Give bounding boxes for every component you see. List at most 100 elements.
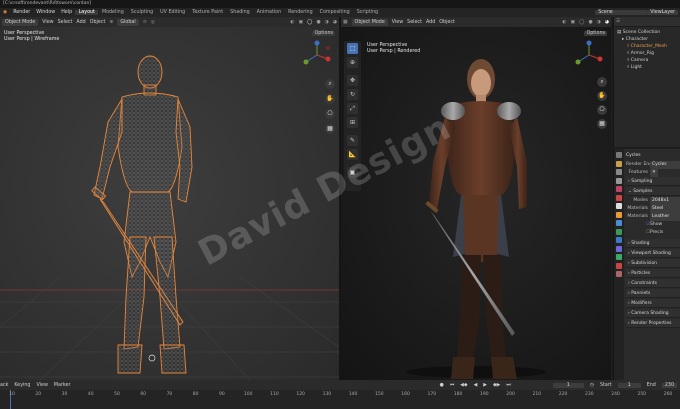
- property-field-value[interactable]: 2048x1: [650, 197, 680, 205]
- solid-shading-icon[interactable]: ●: [316, 20, 320, 25]
- properties-section[interactable]: › Particles: [626, 269, 680, 278]
- rotate-tool-icon[interactable]: ↻: [347, 89, 358, 100]
- play-icon[interactable]: ▶: [483, 383, 487, 388]
- properties-section[interactable]: › Viewport Shading: [626, 249, 680, 258]
- features-value[interactable]: ✕: [650, 169, 658, 177]
- left-ortho-icon[interactable]: ▦: [325, 124, 335, 134]
- outliner-filter-icon[interactable]: ☰: [616, 19, 620, 24]
- property-checkbox[interactable]: ☑ Show: [626, 221, 680, 229]
- scale-tool-icon[interactable]: ⤢: [347, 103, 358, 114]
- right-options-button[interactable]: Options: [584, 31, 607, 36]
- tab-shading[interactable]: Shading: [227, 10, 254, 15]
- tab-modeling[interactable]: Modeling: [98, 10, 127, 15]
- features-field[interactable]: Features ✕: [626, 169, 680, 177]
- right-ortho-icon[interactable]: ▦: [597, 119, 607, 129]
- left-options-button[interactable]: Options: [312, 31, 335, 36]
- scene-tab-icon[interactable]: [616, 186, 622, 192]
- physics-tab-icon[interactable]: [616, 237, 622, 243]
- right-material-shading-icon[interactable]: ◑: [597, 20, 601, 25]
- right-axis-gizmo[interactable]: [574, 40, 604, 70]
- outliner-item[interactable]: ▿ Character_Mesh: [614, 43, 680, 50]
- property-field[interactable]: Modes 2048x1: [626, 197, 680, 205]
- tab-compositing[interactable]: Compositing: [316, 10, 353, 15]
- properties-section[interactable]: › Subdivision: [626, 259, 680, 268]
- properties-section[interactable]: › Panniets: [626, 289, 680, 298]
- property-field[interactable]: Materials Steel: [626, 205, 680, 213]
- modifier-tab-icon[interactable]: [616, 220, 622, 226]
- left-menu-view[interactable]: View: [42, 20, 53, 25]
- record-icon[interactable]: ●: [440, 383, 444, 388]
- jump-end-icon[interactable]: ⏭: [506, 382, 510, 388]
- properties-section[interactable]: › Constraints: [626, 279, 680, 288]
- tab-animation[interactable]: Animation: [253, 10, 284, 15]
- clock-icon[interactable]: ◷: [590, 383, 594, 388]
- right-menu-select[interactable]: Select: [407, 20, 422, 25]
- play-reverse-icon[interactable]: ◀: [474, 383, 478, 388]
- menu-window[interactable]: Window: [33, 10, 58, 15]
- outliner-item[interactable]: ▿ Camera: [614, 57, 680, 64]
- outliner-item[interactable]: ▿ Armor_Rig: [614, 50, 680, 57]
- view-layer-tab-icon[interactable]: [616, 177, 622, 184]
- section-sampling[interactable]: › Sampling: [626, 177, 680, 186]
- cursor-tool-icon[interactable]: ⊕: [347, 57, 358, 68]
- overlay-icon[interactable]: ◐: [290, 20, 294, 25]
- properties-section[interactable]: › Camera Shading: [626, 309, 680, 318]
- tool-tab-icon[interactable]: [616, 152, 622, 158]
- wireframe-character[interactable]: [0, 27, 339, 380]
- right-menu-view[interactable]: View: [392, 20, 403, 25]
- end-field[interactable]: 230: [661, 382, 677, 388]
- rendered-character[interactable]: [341, 27, 611, 380]
- tab-rendering[interactable]: Rendering: [285, 10, 317, 15]
- collection-tab-icon[interactable]: [616, 203, 622, 209]
- outliner-item[interactable]: ▸ Character: [614, 36, 680, 43]
- render-engine-field[interactable]: Render Engine Cycles: [626, 161, 680, 169]
- timeline-menu-marker[interactable]: Marker: [54, 383, 71, 388]
- particles-tab-icon[interactable]: [616, 228, 622, 235]
- menu-render[interactable]: Render: [10, 10, 33, 15]
- measure-tool-icon[interactable]: 📐: [347, 149, 358, 160]
- data-tab-icon[interactable]: [616, 254, 622, 260]
- select-tool-icon[interactable]: ⬚: [347, 43, 358, 54]
- timeline-menu-view[interactable]: View: [36, 383, 47, 388]
- right-mode-select[interactable]: Object Mode: [351, 18, 388, 26]
- current-frame-field[interactable]: 1: [552, 382, 584, 388]
- menu-help[interactable]: Help: [58, 10, 75, 15]
- timeline-menu-playback[interactable]: ack: [0, 383, 8, 388]
- right-menu-add[interactable]: Add: [426, 20, 435, 25]
- wire-shading-icon[interactable]: ◯: [307, 20, 312, 25]
- right-wire-shading-icon[interactable]: ◯: [579, 20, 584, 25]
- object-tab-icon[interactable]: [616, 211, 622, 218]
- right-solid-shading-icon[interactable]: ●: [588, 20, 592, 25]
- scene-selector[interactable]: Scene: [595, 10, 648, 15]
- left-axis-gizmo[interactable]: [302, 40, 332, 70]
- snap-icon[interactable]: ⊙: [143, 20, 147, 25]
- orientation-select[interactable]: Global: [117, 18, 139, 26]
- left-mode-select[interactable]: Object Mode: [2, 18, 39, 26]
- tab-layout[interactable]: Layout: [75, 10, 99, 15]
- left-camera-icon[interactable]: ⎔: [325, 109, 335, 119]
- property-field-value[interactable]: Leather: [650, 213, 680, 221]
- tab-texture-paint[interactable]: Texture Paint: [189, 10, 227, 15]
- view-layer-selector[interactable]: ViewLayer: [647, 10, 678, 15]
- right-xray-icon[interactable]: ▣: [571, 20, 576, 25]
- tab-sculpting[interactable]: Sculpting: [127, 10, 156, 15]
- outliner-item[interactable]: ▿ Light: [614, 64, 680, 71]
- section-samples[interactable]: ⌄ Samples: [626, 187, 680, 196]
- transform-pivot-icon[interactable]: ⊕: [109, 20, 113, 25]
- transform-tool-icon[interactable]: ⊞: [347, 117, 358, 128]
- render-engine-value[interactable]: Cycles: [650, 161, 680, 169]
- right-pan-icon[interactable]: ✋: [597, 91, 607, 101]
- property-field-value[interactable]: Steel: [650, 205, 680, 213]
- rendered-shading-icon[interactable]: ◕: [333, 20, 337, 25]
- proportional-icon[interactable]: ◎: [151, 20, 155, 25]
- blender-logo-icon[interactable]: ◉: [0, 10, 10, 15]
- move-tool-icon[interactable]: ✥: [347, 75, 358, 86]
- texture-tab-icon[interactable]: [616, 271, 622, 277]
- right-rendered-shading-icon[interactable]: ◕: [605, 20, 609, 25]
- outliner-item[interactable]: ▤ Scene Collection: [614, 29, 680, 36]
- properties-section[interactable]: › Shading: [626, 239, 680, 248]
- left-menu-object[interactable]: Object: [90, 20, 106, 25]
- properties-section[interactable]: › Render Properties: [626, 319, 680, 328]
- editor-type-icon[interactable]: ▦: [343, 20, 348, 25]
- output-tab-icon[interactable]: [616, 169, 622, 175]
